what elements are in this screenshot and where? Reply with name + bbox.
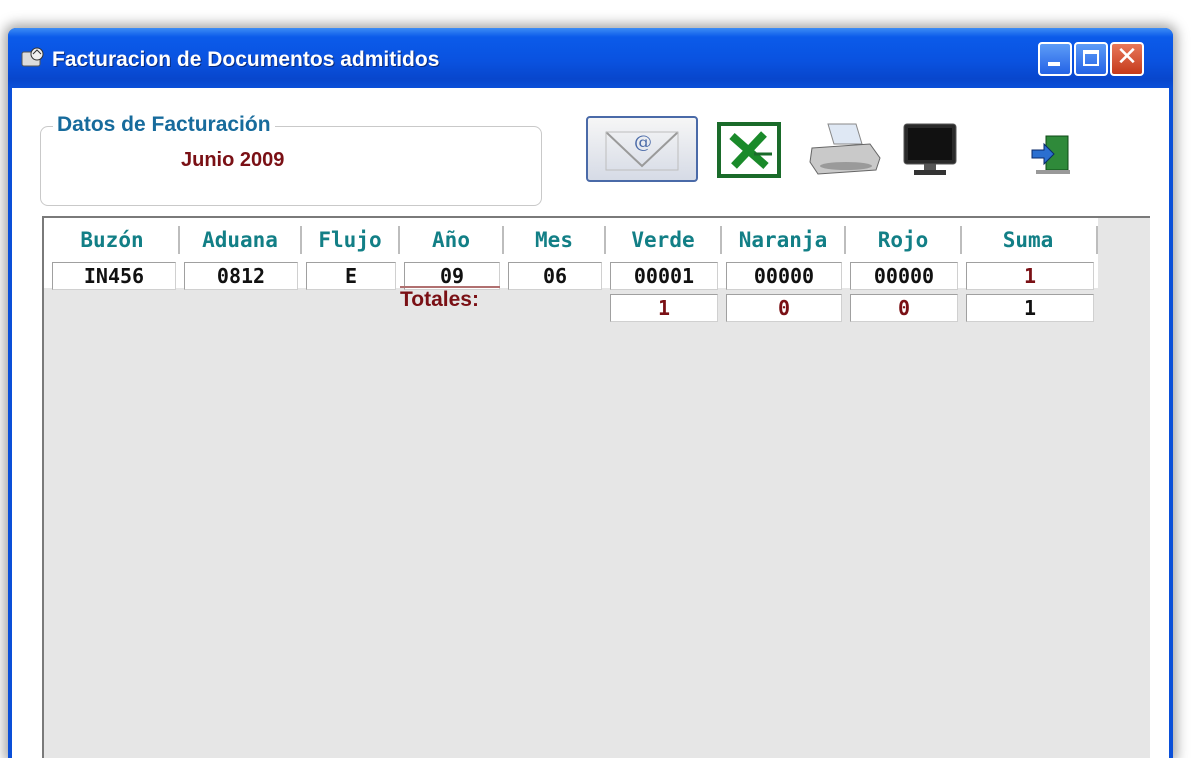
- col-header-buzon: Buzón: [80, 228, 144, 252]
- print-button[interactable]: [806, 118, 884, 180]
- grid-header: Buzón Aduana Flujo Año Mes Verde Naranja…: [44, 218, 1098, 259]
- cell-suma[interactable]: 1: [966, 262, 1094, 290]
- main-window: Facturacion de Documentos admitidos ✕ Da…: [8, 28, 1173, 758]
- client-area: Datos de Facturación Junio 2009 @ Buzón …: [12, 88, 1169, 758]
- maximize-button[interactable]: [1074, 42, 1108, 76]
- col-header-aduana: Aduana: [202, 228, 278, 252]
- header-separator: [502, 226, 504, 254]
- cell-aduana[interactable]: 0812: [184, 262, 298, 290]
- exit-icon: [1031, 135, 1070, 174]
- cell-naranja[interactable]: 00000: [726, 262, 842, 290]
- col-header-flujo: Flujo: [318, 228, 382, 252]
- excel-export-button[interactable]: [716, 120, 782, 180]
- cell-flujo[interactable]: E: [306, 262, 396, 290]
- exit-button[interactable]: [1030, 132, 1074, 176]
- billing-groupbox: Datos de Facturación Junio 2009: [40, 113, 542, 206]
- col-header-rojo: Rojo: [877, 228, 929, 252]
- total-suma: 1: [966, 294, 1094, 322]
- window-title: Facturacion de Documentos admitidos: [52, 48, 440, 71]
- billing-group-title: Datos de Facturación: [53, 113, 275, 137]
- cell-buzon[interactable]: IN456: [52, 262, 176, 290]
- svg-text:@: @: [634, 132, 652, 153]
- close-icon: ✕: [1116, 42, 1138, 72]
- screen-preview-button[interactable]: [898, 120, 962, 180]
- total-naranja: 0: [726, 294, 842, 322]
- header-separator: [604, 226, 606, 254]
- cell-mes[interactable]: 06: [508, 262, 602, 290]
- cell-verde[interactable]: 00001: [610, 262, 718, 290]
- col-header-naranja: Naranja: [738, 228, 828, 252]
- totals-label: Totales:: [400, 286, 500, 312]
- maximize-icon: [1083, 50, 1099, 66]
- app-icon: [21, 47, 44, 67]
- col-header-ano: Año: [432, 228, 470, 252]
- header-separator: [844, 226, 846, 254]
- minimize-button[interactable]: [1038, 42, 1072, 76]
- billing-grid[interactable]: Buzón Aduana Flujo Año Mes Verde Naranja…: [42, 216, 1150, 758]
- monitor-icon: [903, 123, 957, 175]
- header-separator: [720, 226, 722, 254]
- header-separator: [178, 226, 180, 254]
- printer-icon: [809, 123, 881, 175]
- excel-icon: [717, 122, 781, 178]
- col-header-suma: Suma: [1002, 228, 1054, 252]
- cell-rojo[interactable]: 00000: [850, 262, 958, 290]
- header-separator: [1096, 226, 1098, 254]
- col-header-mes: Mes: [535, 228, 573, 252]
- col-header-verde: Verde: [631, 228, 695, 252]
- title-bar[interactable]: Facturacion de Documentos admitidos ✕: [8, 28, 1173, 88]
- close-button[interactable]: ✕: [1110, 42, 1144, 76]
- header-separator: [398, 226, 400, 254]
- mail-icon: @: [605, 131, 679, 171]
- total-verde: 1: [610, 294, 718, 322]
- header-separator: [960, 226, 962, 254]
- total-rojo: 0: [850, 294, 958, 322]
- email-button[interactable]: @: [586, 116, 698, 182]
- billing-period: Junio 2009: [181, 149, 285, 171]
- header-separator: [300, 226, 302, 254]
- minimize-icon: [1048, 62, 1060, 66]
